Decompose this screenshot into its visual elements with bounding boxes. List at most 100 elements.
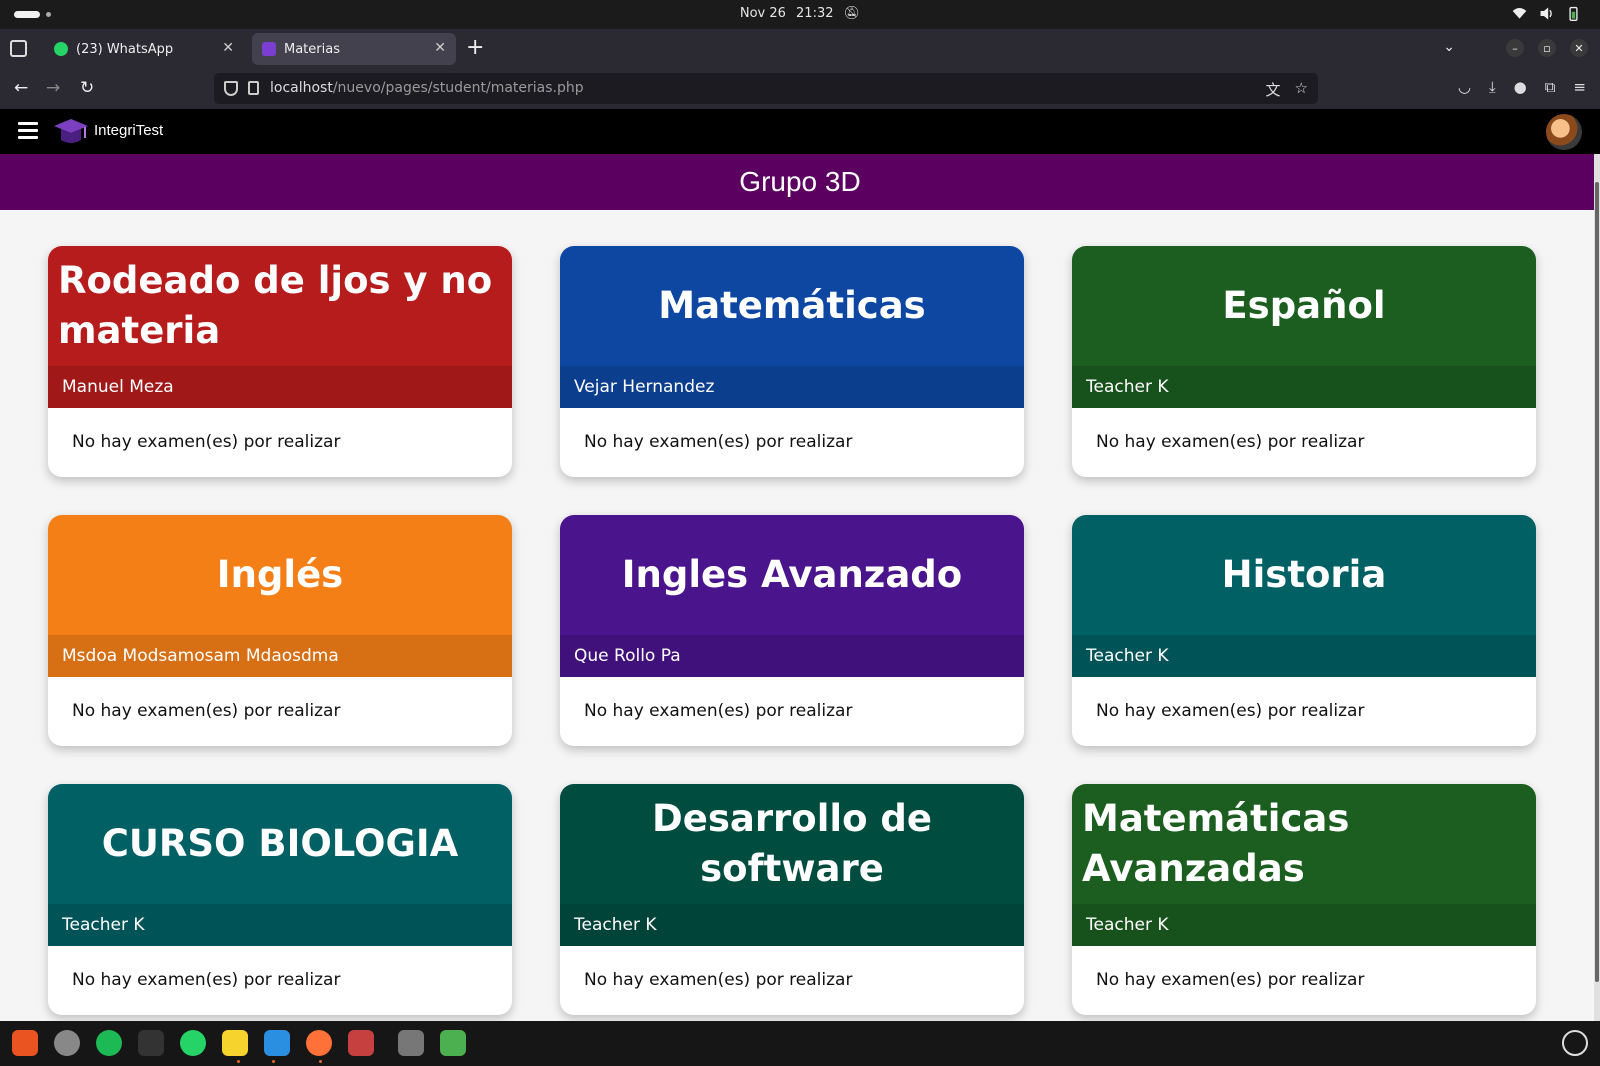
app-center-icon[interactable]	[12, 1030, 38, 1056]
pocket-icon[interactable]: ◡	[1458, 78, 1471, 96]
address-bar[interactable]: localhost/nuevo/pages/student/materias.p…	[214, 73, 1318, 104]
running-indicator	[237, 1060, 240, 1063]
menu-toggle-icon[interactable]	[18, 122, 38, 140]
toolbar-actions: ◡ ⤓ ● ⧉ ≡	[1458, 78, 1586, 96]
minimize-button[interactable]: –	[1506, 39, 1524, 57]
battery-icon	[1569, 6, 1578, 21]
forward-icon[interactable]: →	[46, 78, 60, 98]
trash-icon[interactable]	[440, 1030, 466, 1056]
teacher-name: Msdoa Modsamosam Mdaosdma	[48, 635, 512, 677]
close-window-button[interactable]: ✕	[1570, 39, 1588, 57]
teacher-name: Que Rollo Pa	[560, 635, 1024, 677]
page-scrollbar[interactable]	[1594, 154, 1600, 1021]
subject-card[interactable]: Rodeado de ljos y no materia Manuel Meza…	[48, 246, 512, 477]
teacher-name: Teacher K	[1072, 904, 1536, 946]
running-indicator	[272, 1060, 275, 1063]
user-avatar[interactable]	[1546, 114, 1582, 150]
card-header: Historia Teacher K	[1072, 515, 1536, 677]
subject-card[interactable]: Inglés Msdoa Modsamosam Mdaosdma No hay …	[48, 515, 512, 746]
reload-icon[interactable]: ↻	[80, 78, 94, 98]
subject-title: Matemáticas	[658, 284, 926, 328]
exam-status: No hay examen(es) por realizar	[72, 432, 341, 452]
close-tab-icon[interactable]: ✕	[434, 40, 446, 56]
subject-card[interactable]: CURSO BIOLOGIA Teacher K No hay examen(e…	[48, 784, 512, 1015]
downloads-icon[interactable]: ⤓	[1489, 78, 1496, 96]
firefox-icon[interactable]	[306, 1030, 332, 1056]
system-top-bar: Nov 26 21:32 🔕︎	[0, 0, 1600, 29]
vscode-icon[interactable]	[264, 1030, 290, 1056]
subject-title: Desarrollo de software	[652, 797, 932, 890]
subject-card[interactable]: Historia Teacher K No hay examen(es) por…	[1072, 515, 1536, 746]
subject-card[interactable]: Desarrollo de software Teacher K No hay …	[560, 784, 1024, 1015]
tab-whatsapp[interactable]: (23) WhatsApp ✕	[44, 33, 244, 65]
extensions-icon[interactable]: ⧉	[1545, 78, 1556, 96]
teacher-name: Teacher K	[1072, 635, 1536, 677]
whatsapp-favicon-icon	[54, 42, 68, 56]
close-tab-icon[interactable]: ✕	[222, 40, 234, 56]
new-tab-button[interactable]: +	[466, 35, 484, 60]
show-apps-icon[interactable]	[1562, 1030, 1588, 1056]
address-bar-actions: 文 ☆	[1266, 79, 1308, 100]
translate-icon[interactable]: 文	[1266, 79, 1281, 100]
exam-status: No hay examen(es) por realizar	[1096, 970, 1365, 990]
time: 21:32	[796, 6, 834, 21]
brand-name[interactable]: IntegriTest	[94, 122, 163, 139]
whatsapp-icon[interactable]	[180, 1030, 206, 1056]
graduation-cap-logo-icon[interactable]	[52, 116, 90, 148]
tab-materias[interactable]: Materias ✕	[252, 33, 456, 65]
card-header: Matemáticas Vejar Hernandez	[560, 246, 1024, 408]
terminal-icon[interactable]	[138, 1030, 164, 1056]
account-icon[interactable]: ●	[1514, 78, 1527, 96]
integritest-favicon-icon	[262, 42, 276, 56]
exam-status: No hay examen(es) por realizar	[1096, 701, 1365, 721]
subject-card[interactable]: Español Teacher K No hay examen(es) por …	[1072, 246, 1536, 477]
exam-status: No hay examen(es) por realizar	[72, 701, 341, 721]
tab-overview-icon[interactable]	[10, 40, 27, 57]
exam-status: No hay examen(es) por realizar	[584, 701, 853, 721]
url-text[interactable]: localhost/nuevo/pages/student/materias.p…	[270, 80, 584, 96]
subject-card[interactable]: Matemáticas Avanzadas Teacher K No hay e…	[1072, 784, 1536, 1015]
disk-icon[interactable]	[398, 1030, 424, 1056]
text-editor-icon[interactable]	[222, 1030, 248, 1056]
bookmark-star-icon[interactable]: ☆	[1295, 79, 1308, 100]
subject-card[interactable]: Ingles Avanzado Que Rollo Pa No hay exam…	[560, 515, 1024, 746]
list-tabs-icon[interactable]: ⌄	[1443, 39, 1455, 55]
date: Nov 26	[739, 6, 786, 21]
tab-label: Materias	[284, 41, 340, 57]
card-header: Español Teacher K	[1072, 246, 1536, 408]
files-icon[interactable]	[348, 1030, 374, 1056]
card-header: Rodeado de ljos y no materia Manuel Meza	[48, 246, 512, 408]
tracking-protection-icon[interactable]	[224, 81, 238, 96]
wifi-icon	[1512, 7, 1527, 19]
subject-title: Matemáticas Avanzadas	[1082, 797, 1350, 890]
page-info-icon[interactable]	[248, 81, 259, 95]
teacher-name: Manuel Meza	[48, 366, 512, 408]
card-header: Desarrollo de software Teacher K	[560, 784, 1024, 946]
browser-nav-bar: ← → ↻ localhost/nuevo/pages/student/mate…	[0, 69, 1600, 109]
group-title: Grupo 3D	[0, 154, 1600, 210]
teacher-name: Teacher K	[1072, 366, 1536, 408]
system-tray[interactable]	[1511, 5, 1582, 22]
subject-title: Inglés	[216, 553, 344, 597]
running-indicator	[319, 1060, 322, 1063]
notifications-off-icon: 🔕︎	[843, 6, 861, 21]
subject-title: Rodeado de ljos y no materia	[58, 259, 493, 352]
scrollbar-thumb[interactable]	[1595, 182, 1599, 982]
settings-icon[interactable]	[54, 1030, 80, 1056]
app-navbar: IntegriTest	[0, 109, 1600, 154]
card-header: Ingles Avanzado Que Rollo Pa	[560, 515, 1024, 677]
menu-icon[interactable]: ≡	[1573, 78, 1586, 96]
maximize-button[interactable]: ▫	[1538, 39, 1556, 57]
tab-label: (23) WhatsApp	[76, 41, 174, 57]
dock	[0, 1021, 1600, 1066]
card-header: Matemáticas Avanzadas Teacher K	[1072, 784, 1536, 946]
clock[interactable]: Nov 26 21:32 🔕︎	[0, 6, 1600, 21]
teacher-name: Vejar Hernandez	[560, 366, 1024, 408]
window-controls: – ▫ ✕	[1506, 39, 1588, 57]
subject-card[interactable]: Matemáticas Vejar Hernandez No hay exame…	[560, 246, 1024, 477]
teacher-name: Teacher K	[48, 904, 512, 946]
back-icon[interactable]: ←	[14, 78, 28, 98]
exam-status: No hay examen(es) por realizar	[584, 432, 853, 452]
spotify-icon[interactable]	[96, 1030, 122, 1056]
subject-title: Ingles Avanzado	[621, 553, 963, 597]
